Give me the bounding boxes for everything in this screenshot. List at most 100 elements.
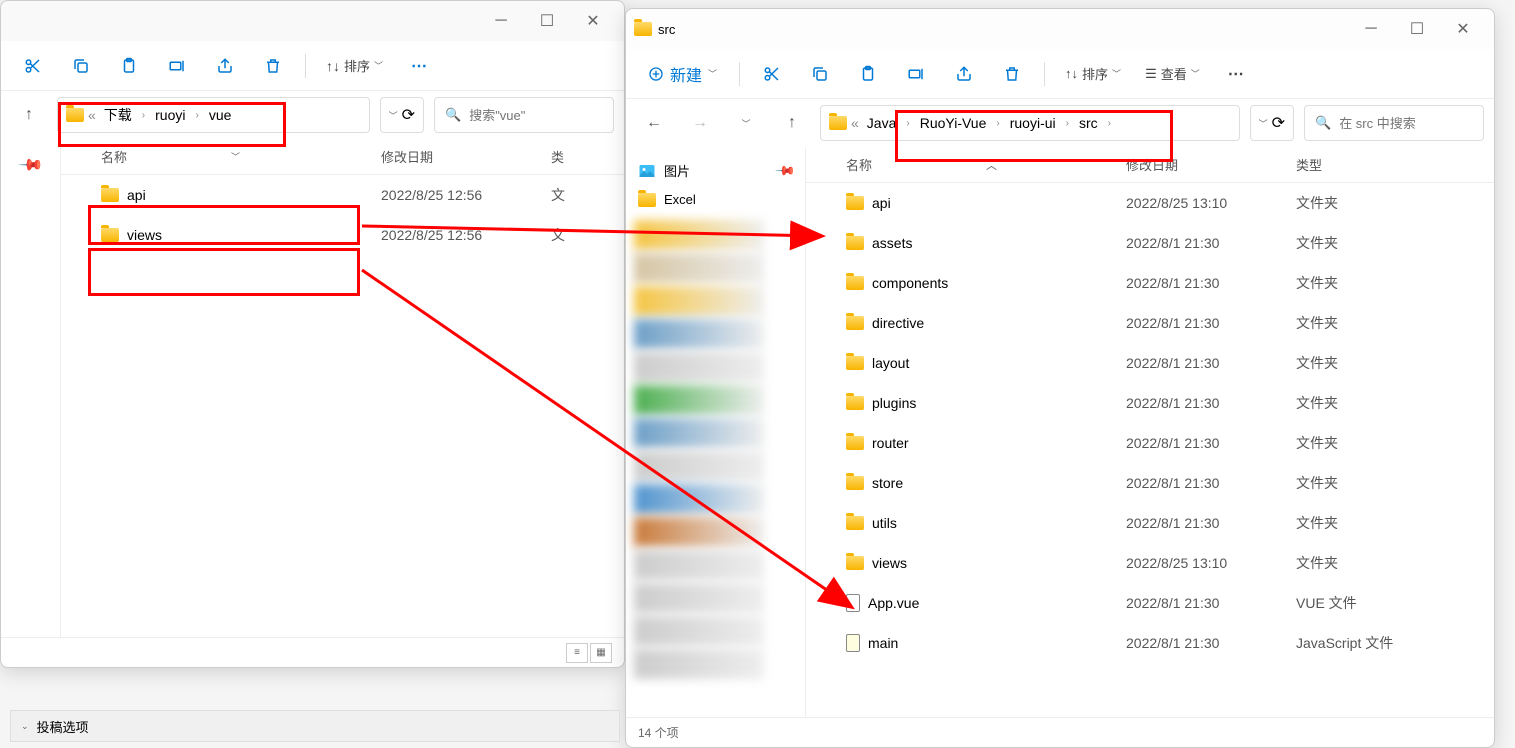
table-row[interactable]: utils 2022/8/1 21:30 文件夹 [806, 503, 1494, 543]
table-row[interactable]: router 2022/8/1 21:30 文件夹 [806, 423, 1494, 463]
table-row[interactable]: api 2022/8/25 12:56 文 [61, 175, 624, 215]
crumb[interactable]: src [1075, 113, 1102, 133]
cut-icon[interactable] [752, 56, 792, 92]
sort-button[interactable]: ↑↓ 排序 ﹀ [1057, 60, 1129, 87]
breadcrumb[interactable]: « 下载 › ruoyi › vue [57, 97, 370, 133]
footer-panel[interactable]: ⌄ 投稿选项 [10, 710, 620, 742]
table-row[interactable]: api 2022/8/25 13:10 文件夹 [806, 183, 1494, 223]
maximize-button[interactable]: ☐ [524, 5, 570, 37]
explorer-window-right: src ─ ☐ ✕ 新建 ﹀ ↑↓ 排序 ﹀ ☰ 查看 ﹀ ⋯ [625, 8, 1495, 748]
folder-icon [66, 108, 84, 122]
table-row[interactable]: App.vue 2022/8/1 21:30 VUE 文件 [806, 583, 1494, 623]
col-date[interactable]: 修改日期 [1126, 155, 1296, 174]
crumb[interactable]: ruoyi [151, 105, 189, 125]
table-row[interactable]: components 2022/8/1 21:30 文件夹 [806, 263, 1494, 303]
crumb[interactable]: Java [863, 113, 901, 133]
col-date[interactable]: 修改日期 [381, 147, 551, 166]
crumb[interactable]: ruoyi-ui [1006, 113, 1060, 133]
col-type[interactable]: 类型 [1296, 155, 1416, 174]
file-name: assets [872, 235, 912, 251]
more-button[interactable]: ⋯ [1216, 56, 1256, 92]
table-row[interactable]: views 2022/8/25 13:10 文件夹 [806, 543, 1494, 583]
file-type: 文 [551, 225, 624, 245]
share-icon[interactable] [205, 48, 245, 84]
sort-indicator-icon: ︿ [986, 157, 997, 173]
folder-icon [634, 22, 652, 36]
file-name: router [872, 435, 909, 451]
table-row[interactable]: plugins 2022/8/1 21:30 文件夹 [806, 383, 1494, 423]
column-headers[interactable]: 名称 ︿ 修改日期 类型 [806, 147, 1494, 183]
file-date: 2022/8/25 13:10 [1126, 195, 1296, 211]
file-type: 文件夹 [1296, 273, 1416, 293]
more-button[interactable]: ⋯ [399, 48, 439, 84]
folder-icon [846, 356, 864, 370]
close-button[interactable]: ✕ [570, 5, 616, 37]
minimize-button[interactable]: ─ [478, 5, 524, 37]
col-type[interactable]: 类 [551, 147, 624, 166]
copy-icon[interactable] [800, 56, 840, 92]
table-row[interactable]: directive 2022/8/1 21:30 文件夹 [806, 303, 1494, 343]
crumb[interactable]: RuoYi-Vue [916, 113, 991, 133]
crumb[interactable]: vue [205, 105, 236, 125]
sort-button[interactable]: ↑↓ 排序 ﹀ [318, 52, 391, 79]
back-button[interactable]: ← [636, 105, 672, 141]
up-button[interactable]: ↑ [11, 97, 47, 133]
file-date: 2022/8/25 13:10 [1126, 555, 1296, 571]
sidebar-label: Excel [664, 192, 696, 207]
file-name: api [127, 187, 146, 203]
table-row[interactable]: views 2022/8/25 12:56 文 [61, 215, 624, 255]
search-input[interactable] [1339, 116, 1515, 131]
cut-icon[interactable] [13, 48, 53, 84]
column-headers[interactable]: 名称 ﹀ 修改日期 类 [61, 139, 624, 175]
col-name[interactable]: 名称 [101, 147, 127, 166]
share-icon[interactable] [944, 56, 984, 92]
new-label: 新建 [670, 62, 702, 86]
sidebar-item[interactable]: Excel [630, 186, 801, 213]
history-dropdown[interactable]: ﹀ [728, 105, 764, 141]
copy-icon[interactable] [61, 48, 101, 84]
rename-icon[interactable] [896, 56, 936, 92]
details-view-button[interactable]: ≡ [566, 643, 588, 663]
nav-pane[interactable]: 图片 📌 Excel [626, 147, 806, 717]
search-box[interactable]: 🔍 [434, 97, 614, 133]
folder-icon [846, 276, 864, 290]
pin-icon[interactable]: 📌 [16, 151, 44, 179]
file-date: 2022/8/1 21:30 [1126, 395, 1296, 411]
view-button[interactable]: ☰ 查看 ﹀ [1137, 60, 1208, 87]
new-button[interactable]: 新建 ﹀ [638, 58, 727, 90]
file-type: 文件夹 [1296, 313, 1416, 333]
nav-pane: 📌 [1, 139, 61, 637]
table-row[interactable]: store 2022/8/1 21:30 文件夹 [806, 463, 1494, 503]
folder-icon [638, 193, 656, 207]
search-input[interactable] [469, 108, 645, 123]
crumb[interactable]: 下载 [100, 103, 136, 127]
table-row[interactable]: layout 2022/8/1 21:30 文件夹 [806, 343, 1494, 383]
minimize-button[interactable]: ─ [1348, 13, 1394, 45]
history-dropdown[interactable]: ﹀ [389, 109, 398, 122]
breadcrumb[interactable]: « Java › RuoYi-Vue › ruoyi-ui › src › [820, 105, 1240, 141]
history-dropdown[interactable]: ﹀ [1259, 117, 1268, 130]
paste-icon[interactable] [109, 48, 149, 84]
file-type: 文件夹 [1296, 193, 1416, 213]
separator [739, 62, 740, 86]
up-button[interactable]: ↑ [774, 105, 810, 141]
forward-button[interactable]: → [682, 105, 718, 141]
refresh-button[interactable]: ⟳ [1272, 113, 1285, 133]
paste-icon[interactable] [848, 56, 888, 92]
icons-view-button[interactable]: ▦ [590, 643, 612, 663]
address-bar: ← → ﹀ ↑ « Java › RuoYi-Vue › ruoyi-ui › … [626, 99, 1494, 147]
sidebar-item-pictures[interactable]: 图片 📌 [630, 155, 801, 186]
search-box[interactable]: 🔍 [1304, 105, 1484, 141]
rename-icon[interactable] [157, 48, 197, 84]
file-date: 2022/8/25 12:56 [381, 227, 551, 243]
table-row[interactable]: assets 2022/8/1 21:30 文件夹 [806, 223, 1494, 263]
close-button[interactable]: ✕ [1440, 13, 1486, 45]
file-date: 2022/8/25 12:56 [381, 187, 551, 203]
file-date: 2022/8/1 21:30 [1126, 235, 1296, 251]
refresh-button[interactable]: ⟳ [402, 105, 415, 125]
table-row[interactable]: main 2022/8/1 21:30 JavaScript 文件 [806, 623, 1494, 663]
maximize-button[interactable]: ☐ [1394, 13, 1440, 45]
delete-icon[interactable] [992, 56, 1032, 92]
delete-icon[interactable] [253, 48, 293, 84]
col-name[interactable]: 名称 [846, 155, 872, 174]
